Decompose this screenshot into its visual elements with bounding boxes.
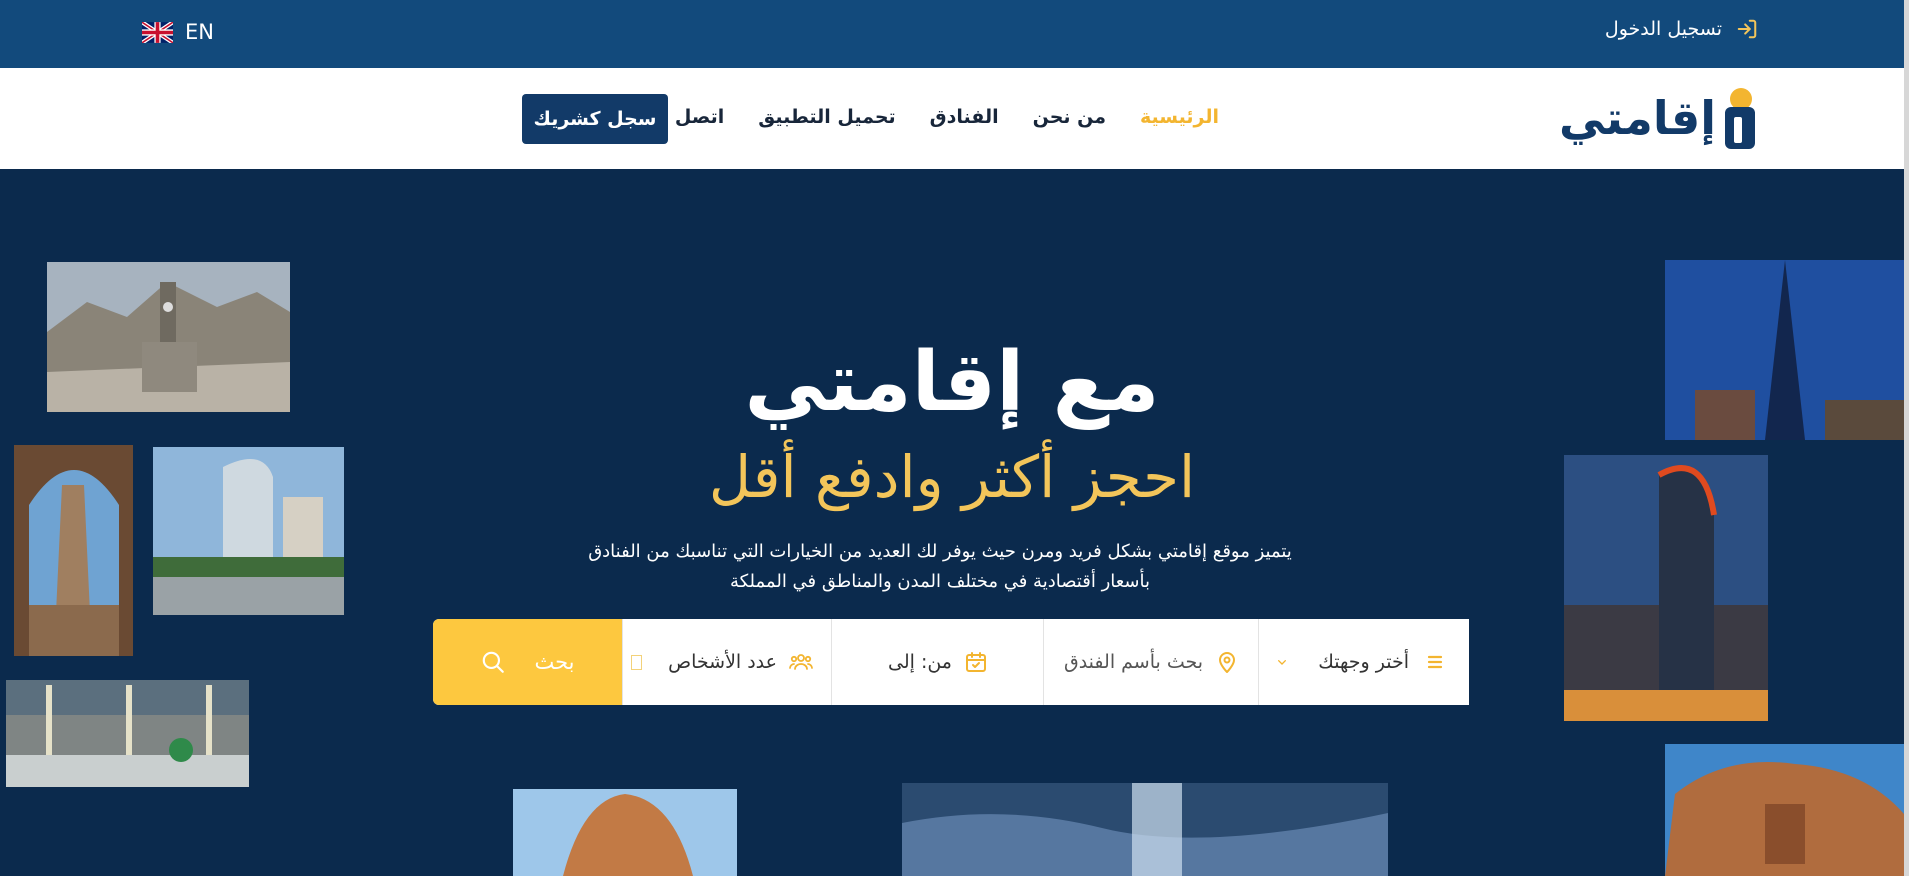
guests-count-box[interactable] [631, 654, 643, 670]
main-navbar: إقامتي الرئيسية من نحن الفنادق تحميل الت… [0, 68, 1904, 169]
nav-menu: الرئيسية من نحن الفنادق تحميل التطبيق ات… [646, 106, 1219, 128]
hero-subtitle: احجز أكثر وادفع أقل [708, 443, 1196, 511]
register-partner-button[interactable]: سجل كشريك [522, 94, 668, 144]
calendar-check-icon [966, 652, 986, 672]
guests-selector[interactable]: عدد الأشخاص [622, 619, 831, 705]
date-range-picker[interactable]: من: إلى [831, 619, 1044, 705]
nav-item-hotels[interactable]: الفنادق [930, 106, 999, 128]
logo-mark-icon [1725, 88, 1755, 149]
photo-alula-rock [1665, 744, 1904, 876]
hotel-name-search[interactable]: بحث بأسم الفندق [1043, 619, 1259, 705]
logo-text: إقامتي [1559, 91, 1716, 145]
login-link[interactable]: تسجيل الدخول [1605, 18, 1758, 40]
hero-description-line1: يتميز موقع إقامتي بشكل فريد ومرن حيث يوف… [588, 541, 1292, 562]
hero-section: مع إقامتي احجز أكثر وادفع أقل يتميز موقع… [0, 169, 1904, 876]
search-bar: أختر وجهتك بحث بأسم الفندق من: إلى عدد ا… [433, 619, 1469, 705]
language-switcher[interactable]: EN [142, 20, 214, 44]
destination-label[interactable]: أختر وجهتك [1318, 651, 1409, 673]
search-icon [483, 651, 505, 673]
uk-flag-icon [142, 21, 173, 43]
photo-hegra-tomb [513, 789, 737, 876]
users-icon [789, 654, 813, 670]
nav-item-about[interactable]: من نحن [1033, 106, 1106, 128]
language-label[interactable]: EN [185, 20, 214, 44]
nav-item-download-app[interactable]: تحميل التطبيق [758, 106, 895, 128]
photo-cloudy-sky [902, 783, 1388, 876]
date-range-label[interactable]: من: إلى [888, 651, 952, 673]
hotel-name-placeholder[interactable]: بحث بأسم الفندق [1064, 651, 1203, 673]
page-scrollbar[interactable] [1904, 0, 1909, 876]
destination-select[interactable]: أختر وجهتك [1258, 619, 1469, 705]
map-pin-icon [1219, 652, 1236, 673]
guests-label[interactable]: عدد الأشخاص [668, 651, 777, 673]
sign-in-icon [1737, 19, 1757, 39]
top-bar: EN تسجيل الدخول [0, 0, 1904, 68]
search-button-label[interactable]: بحث [534, 650, 574, 674]
photo-madinah-mosque [6, 680, 249, 787]
hero-description: يتميز موقع إقامتي بشكل فريد ومرن حيث يوف… [540, 537, 1340, 596]
list-icon [1427, 655, 1443, 669]
site-logo[interactable]: إقامتي [1559, 86, 1756, 150]
login-label[interactable]: تسجيل الدخول [1605, 18, 1722, 40]
hero-description-line2: بأسعار أقتصادية في مختلف المدن والمناطق … [729, 570, 1151, 592]
search-button[interactable]: بحث [433, 619, 622, 705]
hero-title: مع إقامتي [744, 335, 1160, 430]
chevron-down-icon[interactable] [1274, 654, 1290, 670]
nav-item-home[interactable]: الرئيسية [1140, 106, 1219, 128]
